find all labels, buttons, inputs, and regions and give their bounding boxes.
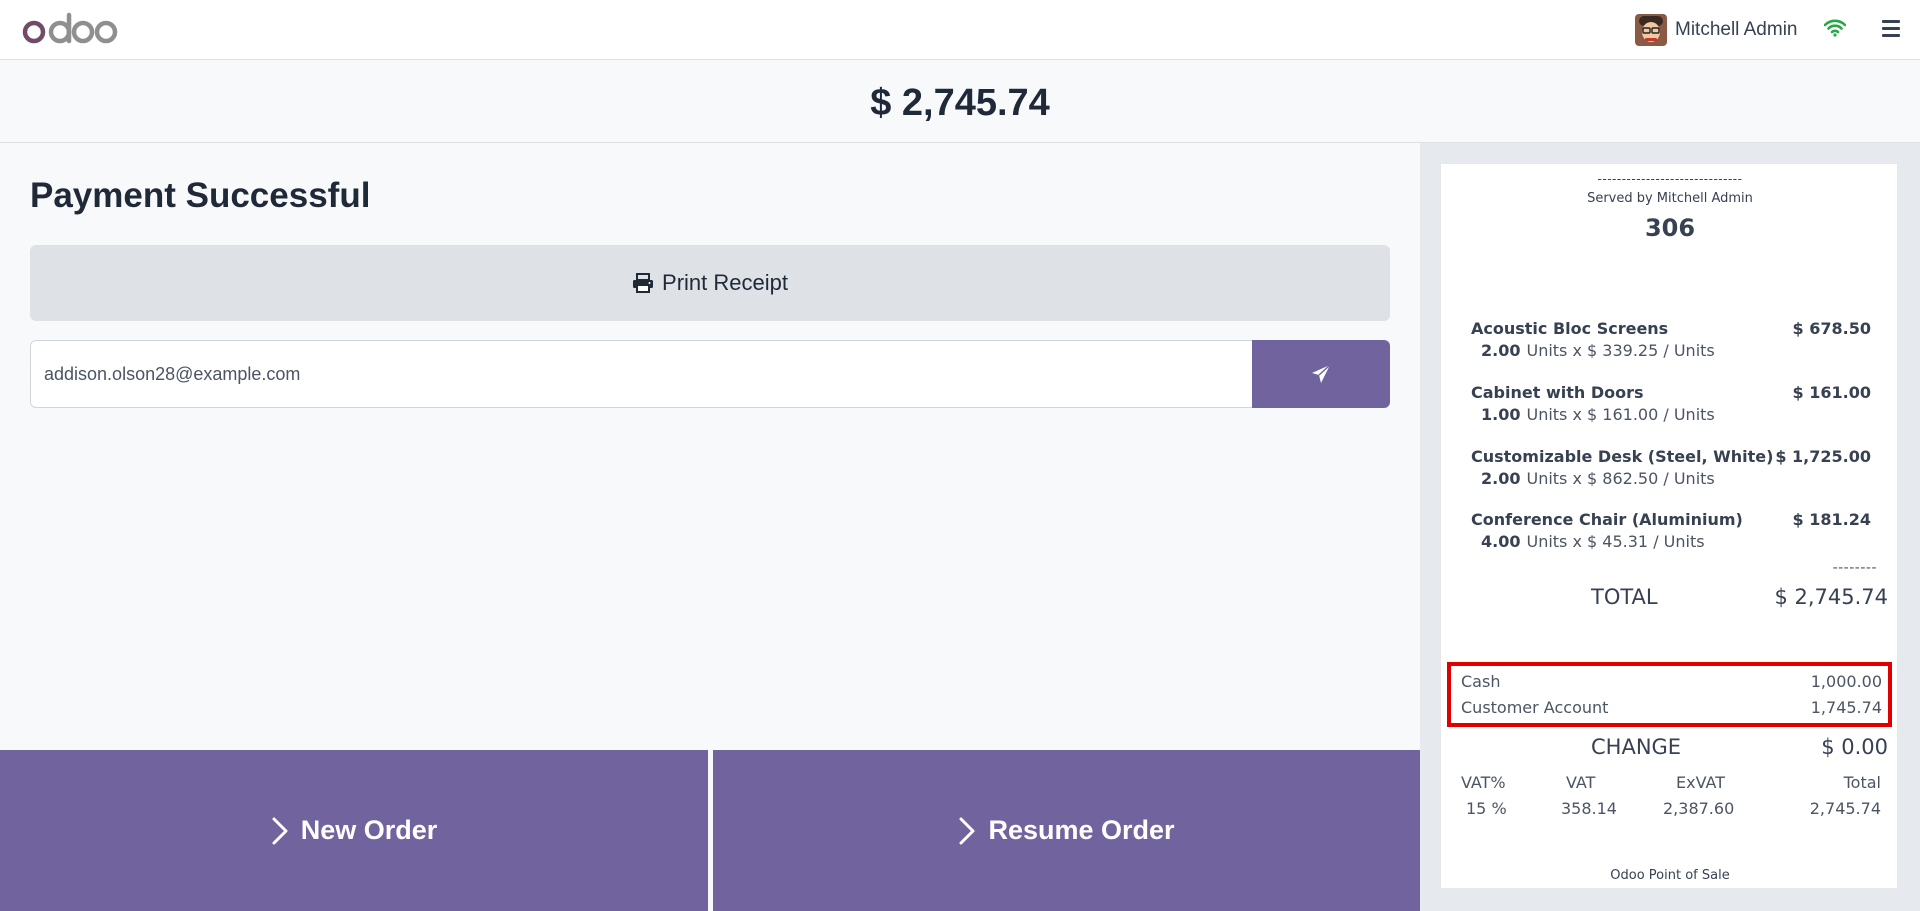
tax-cell: 2,387.60 [1663, 799, 1735, 818]
line-detail: 1.00 Units x $ 161.00 / Units [1481, 405, 1715, 424]
line-unit-detail: Units x $ 45.31 / Units [1526, 532, 1705, 551]
line-price: $ 161.00 [1792, 383, 1871, 402]
user-menu[interactable]: Mitchell Admin [1635, 14, 1798, 46]
total-separator: -------- [1832, 560, 1877, 576]
line-detail: 4.00 Units x $ 45.31 / Units [1481, 532, 1705, 551]
line-unit-detail: Units x $ 339.25 / Units [1526, 341, 1715, 360]
avatar [1635, 14, 1667, 46]
email-input[interactable] [30, 340, 1252, 408]
tax-header-cell: Total [1843, 773, 1881, 792]
payment-line: Customer Account 1,745.74 [1461, 698, 1882, 717]
email-receipt-row [30, 340, 1390, 408]
hamburger-menu-icon[interactable] [1882, 20, 1900, 38]
served-by: Served by Mitchell Admin [1587, 191, 1753, 206]
user-name: Mitchell Admin [1675, 19, 1798, 40]
page-title: Payment Successful [30, 176, 371, 215]
line-detail: 2.00 Units x $ 339.25 / Units [1481, 341, 1715, 360]
total-label: TOTAL [1591, 585, 1658, 609]
order-number: 306 [1644, 214, 1696, 242]
line-unit-detail: Units x $ 862.50 / Units [1526, 469, 1715, 488]
payment-method: Cash [1461, 672, 1501, 691]
line-price: $ 1,725.00 [1775, 447, 1871, 466]
print-receipt-label: Print Receipt [662, 270, 788, 295]
receipt-footer: Odoo Point of Sale [1610, 868, 1730, 883]
line-qty: 2.00 [1481, 469, 1521, 488]
tax-cell: 358.14 [1561, 799, 1617, 818]
payment-method: Customer Account [1461, 698, 1609, 717]
tax-cell: 15 % [1466, 799, 1507, 818]
receipt[interactable]: ------------------------------ Served by… [1440, 163, 1898, 889]
top-navbar: Mitchell Admin [0, 0, 1920, 60]
line-product-name: Customizable Desk (Steel, White) [1471, 447, 1774, 466]
chevron-right-icon [959, 817, 975, 844]
change-value: $ 0.00 [1821, 735, 1888, 759]
resume-order-button[interactable]: Resume Order [713, 750, 1420, 911]
paper-plane-icon [1312, 364, 1331, 383]
order-amount-bar: $ 2,745.74 [0, 60, 1920, 143]
payment-line: Cash 1,000.00 [1461, 672, 1882, 691]
line-price: $ 181.24 [1792, 510, 1871, 529]
tax-header-cell: VAT% [1461, 773, 1506, 792]
line-unit-detail: Units x $ 161.00 / Units [1526, 405, 1715, 424]
receipt-panel: ------------------------------ Served by… [1420, 143, 1920, 911]
payment-lines-highlight: Cash 1,000.00 Customer Account 1,745.74 [1447, 662, 1892, 727]
line-qty: 1.00 [1481, 405, 1521, 424]
line-product-name: Conference Chair (Aluminium) [1471, 510, 1743, 529]
new-order-label: New Order [300, 815, 438, 845]
line-detail: 2.00 Units x $ 862.50 / Units [1481, 469, 1715, 488]
line-product-name: Cabinet with Doors [1471, 383, 1644, 402]
chevron-right-icon [272, 817, 288, 844]
line-qty: 2.00 [1481, 341, 1521, 360]
payment-panel: Payment Successful Print Receipt [0, 143, 1420, 750]
tax-header-cell: VAT [1566, 773, 1596, 792]
payment-amount: 1,000.00 [1810, 672, 1882, 691]
resume-order-label: Resume Order [988, 815, 1175, 845]
send-email-button[interactable] [1252, 340, 1390, 408]
line-qty: 4.00 [1481, 532, 1521, 551]
line-product-name: Acoustic Bloc Screens [1471, 319, 1669, 338]
odoo-logo[interactable] [22, 12, 118, 48]
wifi-icon [1824, 19, 1846, 37]
printer-icon [633, 273, 654, 293]
payment-amount: 1,745.74 [1810, 698, 1882, 717]
change-label: CHANGE [1591, 735, 1682, 759]
tax-header-cell: ExVAT [1676, 773, 1725, 792]
order-amount: $ 2,745.74 [870, 82, 1050, 124]
tax-cell: 2,745.74 [1809, 799, 1881, 818]
new-order-button[interactable]: New Order [0, 750, 708, 911]
line-price: $ 678.50 [1792, 319, 1871, 338]
receipt-separator: ------------------------------ [1597, 172, 1743, 186]
print-receipt-button[interactable]: Print Receipt [30, 245, 1390, 321]
total-value: $ 2,745.74 [1774, 585, 1888, 609]
